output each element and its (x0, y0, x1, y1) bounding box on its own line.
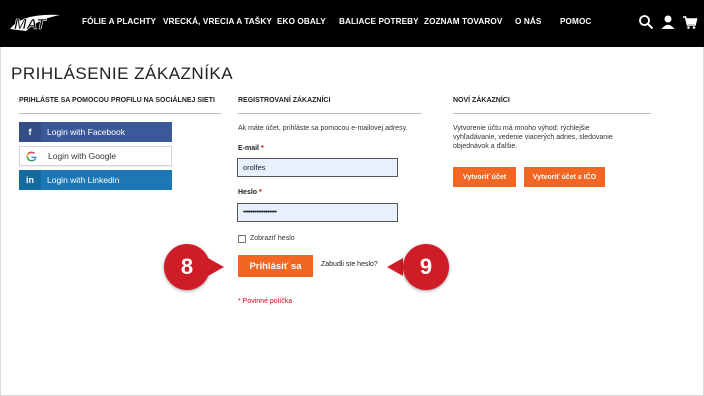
annotation-arrow-right (208, 258, 224, 276)
nav-item-o-nas[interactable]: O NÁS (515, 17, 541, 26)
password-label: Heslo * (238, 189, 262, 196)
new-customers-description-line: objednávok a ďalšie. (453, 143, 518, 150)
nav-item-eko-obaly[interactable]: EKO OBALY (277, 17, 326, 26)
nav-item-vrecka[interactable]: VRECKÁ, VRECIA A TAŠKY (163, 17, 272, 26)
annotation-arrow-left (387, 258, 403, 276)
divider (238, 113, 422, 114)
top-navigation-bar: MAT FÓLIE A PLACHTY VRECKÁ, VRECIA A TAŠ… (0, 0, 704, 47)
page-title: PRIHLÁSENIE ZÁKAZNÍKA (11, 64, 234, 83)
password-field[interactable]: •••••••••••••••••• (237, 203, 398, 222)
login-google-label: Login with Google (48, 151, 117, 161)
login-facebook-label: Login with Facebook (47, 127, 125, 137)
new-customers-heading: NOVÍ ZÁKAZNÍCI (453, 97, 510, 104)
divider (19, 113, 221, 114)
login-facebook-button[interactable]: f Login with Facebook (19, 122, 172, 142)
nav-item-pomoc[interactable]: POMOC (560, 17, 591, 26)
social-login-heading: PRIHLÁSTE SA POMOCOU PROFILU NA SOCIÁLNE… (19, 97, 215, 104)
nav-item-folie[interactable]: FÓLIE A PLACHTY (82, 17, 156, 26)
create-account-button[interactable]: Vytvoriť účet (453, 167, 516, 187)
login-linkedin-label: Login with Linkedin (47, 175, 120, 185)
registered-customers-heading: REGISTROVANÍ ZÁKAZNÍCI (238, 97, 331, 104)
facebook-icon: f (19, 122, 41, 142)
annotation-badge-9: 9 (403, 244, 449, 290)
new-customers-description-line: Vytvorenie účtu má mnoho výhod: rýchlejš… (453, 125, 590, 132)
cart-icon[interactable] (682, 14, 698, 30)
registered-intro-text: Ak máte účet, prihláste sa pomocou e-mai… (238, 125, 408, 132)
mat-logo[interactable]: MAT (8, 11, 62, 35)
google-icon (20, 147, 42, 165)
new-customers-description-line: vyhľadávanie, vedenie viacerých adries, … (453, 134, 613, 141)
annotation-badge-8: 8 (164, 244, 210, 290)
nav-item-baliace-potreby[interactable]: BALIACE POTREBY (339, 17, 419, 26)
email-label: E-mail * (238, 145, 264, 152)
required-fields-note: * Povinné políčka (238, 298, 293, 305)
create-account-ico-button[interactable]: Vytvoriť účet s IČO (524, 167, 605, 187)
linkedin-icon: in (19, 170, 41, 190)
login-google-button[interactable]: Login with Google (19, 146, 172, 166)
forgot-password-link[interactable]: Zabudli ste heslo? (321, 261, 378, 268)
login-linkedin-button[interactable]: in Login with Linkedin (19, 170, 172, 190)
nav-item-zoznam-tovarov[interactable]: ZOZNAM TOVAROV (424, 17, 502, 26)
logo-text: MAT (14, 16, 47, 33)
show-password-label: Zobraziť heslo (250, 235, 295, 242)
show-password-checkbox[interactable] (238, 235, 246, 243)
search-icon[interactable] (638, 14, 654, 30)
email-field[interactable]: orolfes (237, 158, 398, 177)
user-icon[interactable] (660, 14, 676, 30)
divider (453, 113, 651, 114)
login-button[interactable]: Prihlásiť sa (238, 255, 313, 277)
